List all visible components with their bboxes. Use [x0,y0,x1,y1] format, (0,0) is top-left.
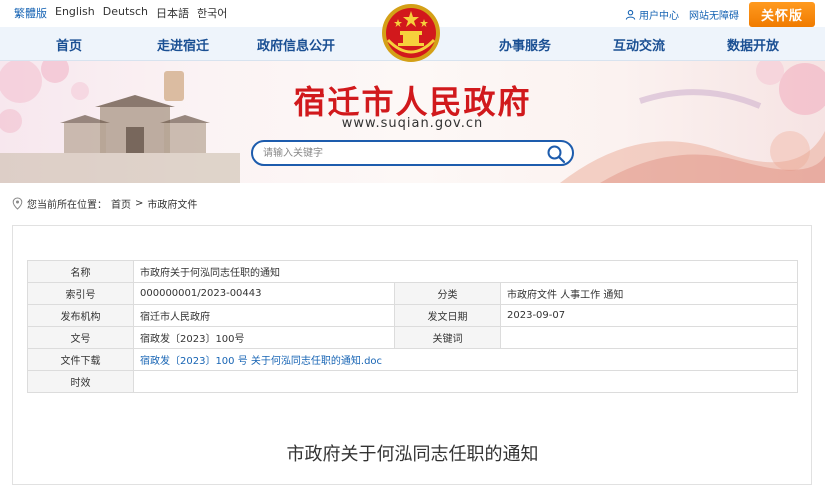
keywords-label: 关键词 [394,326,501,349]
user-center-link[interactable]: 用户中心 [625,7,679,22]
nav-home[interactable]: 首页 [56,35,82,54]
nav-gov-info[interactable]: 政府信息公开 [257,35,335,54]
issuer-value: 宿迁市人民政府 [133,304,395,327]
download-label: 文件下载 [27,348,134,371]
lang-english[interactable]: English [55,5,95,21]
name-label: 名称 [27,260,134,283]
document-title: 市政府关于何泓同志任职的通知 [286,444,539,465]
index-value: 000000001/2023-00443 [133,282,395,305]
table-row: 名称 市政府关于何泓同志任职的通知 [27,260,798,283]
issuer-label: 发布机构 [27,304,134,327]
breadcrumb-separator: > [135,198,144,209]
date-value: 2023-09-07 [500,304,798,327]
keywords-value [500,326,798,349]
lang-german[interactable]: Deutsch [103,5,148,21]
care-mode-button[interactable]: 关怀版 [748,2,815,27]
header-banner: 宿迁市人民政府 www.suqian.gov.cn [0,61,825,183]
lang-korean[interactable]: 한국어 [197,5,227,21]
breadcrumb-current[interactable]: 市政府文件 [147,196,197,211]
table-row: 时效 [27,370,798,393]
table-row: 发布机构 宿迁市人民政府 发文日期 2023-09-07 [27,304,798,327]
search-box [251,140,574,166]
breadcrumb-prefix: 您当前所在位置： [27,200,107,211]
location-pin-icon [12,197,23,210]
index-label: 索引号 [27,282,134,305]
search-input[interactable] [263,145,533,162]
download-link[interactable]: 宿政发〔2023〕100 号 关于何泓同志任职的通知.doc [133,348,798,371]
table-row: 文号 宿政发〔2023〕100号 关键词 [27,326,798,349]
metadata-table: 名称 市政府关于何泓同志任职的通知 索引号 000000001/2023-004… [27,260,798,393]
breadcrumb-home[interactable]: 首页 [111,196,131,211]
lang-japanese[interactable]: 日本語 [156,5,189,21]
nav-interaction[interactable]: 互动交流 [613,35,665,54]
national-emblem-icon [382,4,440,62]
date-label: 发文日期 [394,304,501,327]
lang-traditional-chinese[interactable]: 繁體版 [14,5,47,21]
category-value: 市政府文件 人事工作 通知 [500,282,798,305]
site-url: www.suqian.gov.cn [341,116,484,131]
nav-about-suqian[interactable]: 走进宿迁 [157,35,209,54]
language-switcher: 繁體版 English Deutsch 日本語 한국어 [14,5,227,21]
search-icon[interactable] [546,144,566,163]
docno-value: 宿政发〔2023〕100号 [133,326,395,349]
nav-open-data[interactable]: 数据开放 [727,35,779,54]
table-row: 文件下载 宿政发〔2023〕100 号 关于何泓同志任职的通知.doc [27,348,798,371]
name-value: 市政府关于何泓同志任职的通知 [133,260,798,283]
top-right-links: 用户中心 网站无障碍 关怀版 [625,2,815,27]
category-label: 分类 [394,282,501,305]
table-row: 索引号 000000001/2023-00443 分类 市政府文件 人事工作 通… [27,282,798,305]
validity-label: 时效 [27,370,134,393]
nav-services[interactable]: 办事服务 [499,35,551,54]
user-center-label: 用户中心 [638,11,679,22]
breadcrumb: 您当前所在位置： 首页 > 市政府文件 [12,196,197,211]
accessibility-link[interactable]: 网站无障碍 [689,7,739,22]
validity-value [133,370,798,393]
user-icon [625,9,636,20]
docno-label: 文号 [27,326,134,349]
